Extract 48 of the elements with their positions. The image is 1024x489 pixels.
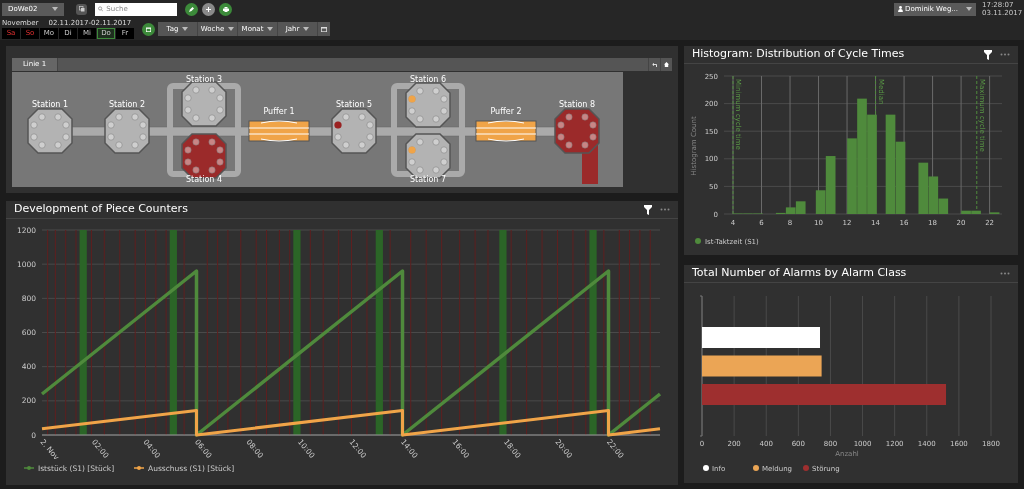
station-label: Station 4 bbox=[185, 175, 223, 184]
legend-marker-icon bbox=[133, 466, 145, 470]
station-label: Station 2 bbox=[108, 100, 146, 109]
print-button[interactable] bbox=[219, 2, 232, 16]
calendar-button[interactable] bbox=[142, 22, 155, 36]
more-icon[interactable] bbox=[1000, 272, 1010, 275]
caret-icon bbox=[966, 7, 972, 11]
station-label: Station 6 bbox=[409, 75, 447, 84]
copy-button[interactable] bbox=[76, 3, 87, 15]
home-icon bbox=[664, 62, 669, 67]
filter-icon[interactable] bbox=[984, 49, 992, 60]
more-icon[interactable] bbox=[1000, 53, 1010, 56]
legend-marker-icon bbox=[703, 465, 709, 471]
add-button[interactable] bbox=[202, 2, 215, 16]
caret-icon bbox=[267, 27, 274, 31]
calendar-icon bbox=[146, 26, 151, 32]
filter-icon[interactable] bbox=[644, 204, 652, 215]
station-label: Station 3 bbox=[185, 75, 223, 84]
calendar-icon bbox=[321, 26, 327, 32]
caret-icon bbox=[52, 7, 58, 11]
panel-title: Histogram: Distribution of Cycle Times bbox=[692, 46, 906, 63]
station-label: Station 8 bbox=[558, 100, 596, 109]
user-icon bbox=[898, 6, 903, 12]
legend-marker-icon bbox=[695, 238, 701, 244]
copy-icon bbox=[78, 6, 85, 12]
panel-title: Development of Piece Counters bbox=[14, 201, 189, 218]
histogram-bar bbox=[918, 162, 929, 214]
station-label: Station 1 bbox=[31, 100, 69, 109]
legend-marker-icon bbox=[23, 466, 35, 470]
legend-marker-icon bbox=[803, 465, 809, 471]
home-button[interactable] bbox=[660, 58, 672, 71]
station-label: Station 5 bbox=[335, 100, 373, 109]
station-label: Station 7 bbox=[409, 175, 447, 184]
back-icon bbox=[652, 62, 657, 67]
edit-button[interactable] bbox=[185, 2, 198, 16]
caret-icon bbox=[303, 27, 310, 31]
plus-icon bbox=[206, 6, 211, 12]
station-label: Puffer 1 bbox=[263, 107, 295, 116]
caret-icon bbox=[228, 27, 235, 31]
legend-marker-icon bbox=[753, 465, 759, 471]
pencil-icon bbox=[189, 6, 194, 12]
search-icon bbox=[98, 6, 104, 12]
printer-icon bbox=[222, 6, 229, 12]
station-label: Puffer 2 bbox=[490, 107, 522, 116]
panel-title: Total Number of Alarms by Alarm Class bbox=[692, 265, 908, 282]
back-button[interactable] bbox=[648, 58, 660, 71]
more-icon[interactable] bbox=[660, 208, 670, 211]
caret-icon bbox=[182, 27, 189, 31]
